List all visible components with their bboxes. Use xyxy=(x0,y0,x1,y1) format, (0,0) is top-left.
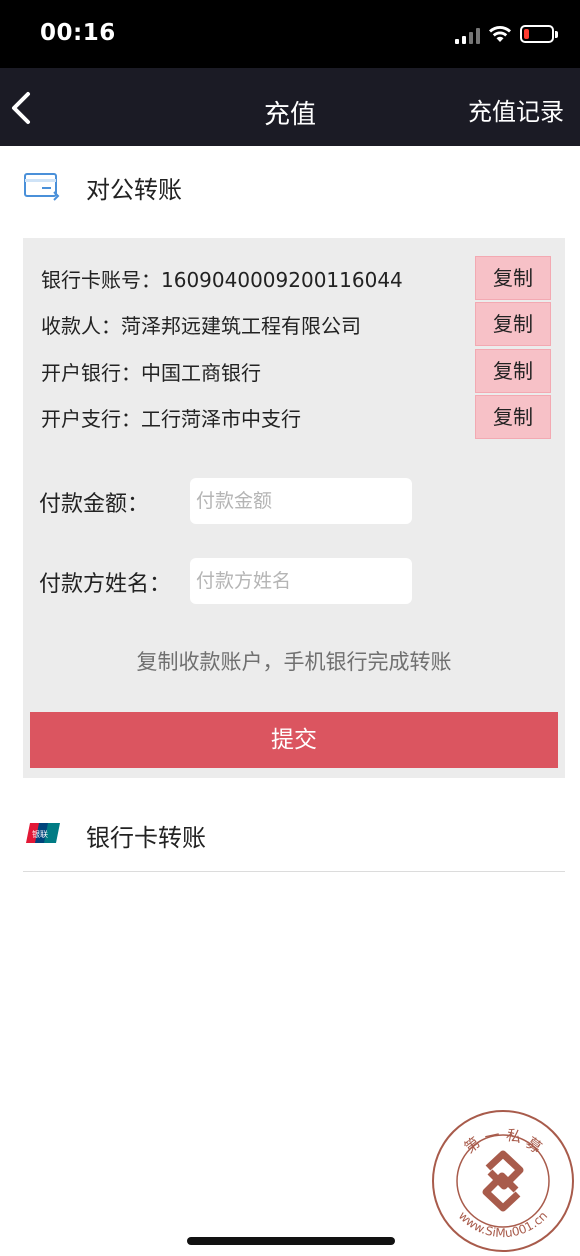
card-transfer-icon xyxy=(24,173,60,201)
unionpay-icon: 银联 xyxy=(26,823,60,843)
cellular-signal-icon xyxy=(455,28,481,44)
payee-text: 收款人：菏泽邦远建筑工程有限公司 xyxy=(41,314,361,338)
account-number-text: 银行卡账号：1609040009200116044 xyxy=(41,268,403,292)
bank-card-transfer-row[interactable]: 银联 银行卡转账 xyxy=(0,792,580,872)
corporate-transfer-header[interactable]: 对公转账 xyxy=(0,146,580,226)
amount-label: 付款金额： xyxy=(39,492,150,517)
corporate-transfer-panel: 银行卡账号：1609040009200116044 复制 收款人：菏泽邦远建筑工… xyxy=(23,238,565,778)
corporate-transfer-label: 对公转账 xyxy=(86,176,182,204)
amount-input[interactable] xyxy=(190,478,412,524)
home-indicator[interactable] xyxy=(187,1237,395,1245)
copy-account-number-button[interactable]: 复制 xyxy=(475,256,551,300)
branch-text: 开户支行：工行菏泽市中支行 xyxy=(41,407,301,431)
nav-bar: 充值 充值记录 xyxy=(0,68,580,146)
wifi-icon xyxy=(489,26,511,42)
payer-name-label: 付款方姓名： xyxy=(39,572,172,597)
account-number-row: 银行卡账号：1609040009200116044 复制 xyxy=(41,256,551,300)
copy-bank-name-button[interactable]: 复制 xyxy=(475,349,551,393)
payer-name-input[interactable] xyxy=(190,558,412,604)
submit-button[interactable]: 提交 xyxy=(30,712,558,768)
recharge-record-link[interactable]: 充值记录 xyxy=(468,92,564,127)
copy-branch-button[interactable]: 复制 xyxy=(475,395,551,439)
bank-name-text: 开户银行：中国工商银行 xyxy=(41,361,261,385)
watermark-seal: 第 一 私 募 www.SiMu001.cn xyxy=(432,1110,574,1252)
transfer-hint: 复制收款账户，手机银行完成转账 xyxy=(136,650,452,674)
branch-row: 开户支行：工行菏泽市中支行 复制 xyxy=(41,395,551,439)
status-time: 00:16 xyxy=(40,20,116,46)
bank-name-row: 开户银行：中国工商银行 复制 xyxy=(41,349,551,393)
copy-payee-button[interactable]: 复制 xyxy=(475,302,551,346)
battery-icon xyxy=(520,25,558,43)
payee-row: 收款人：菏泽邦远建筑工程有限公司 复制 xyxy=(41,302,551,346)
bank-card-transfer-label: 银行卡转账 xyxy=(86,824,206,852)
status-bar: 00:16 xyxy=(0,0,580,68)
divider xyxy=(23,871,565,872)
unionpay-text: 银联 xyxy=(32,829,48,839)
